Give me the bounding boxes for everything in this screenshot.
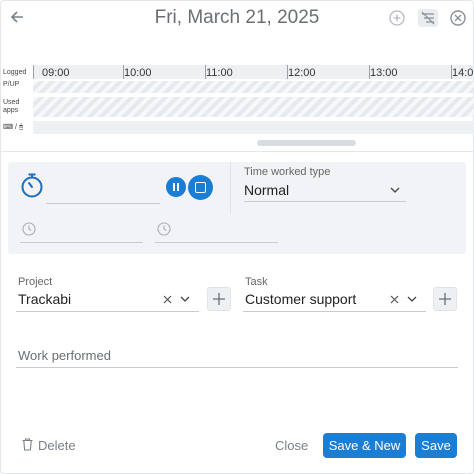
hour-label: 13:00 (370, 67, 398, 79)
used-apps-label-line1: Used (3, 99, 20, 106)
timeline-scrollbar[interactable] (257, 140, 356, 146)
pause-button[interactable] (166, 177, 186, 197)
timer-duration-input[interactable] (46, 176, 160, 204)
project-label: Project (18, 276, 53, 288)
task-select[interactable]: Customer support (243, 290, 426, 312)
devices-track (33, 121, 474, 134)
task-value: Customer support (245, 291, 357, 307)
logged-label: Logged (3, 69, 27, 76)
delete-label: Delete (38, 438, 76, 453)
trash-icon (22, 438, 33, 451)
end-time-input[interactable] (155, 221, 278, 243)
task-label: Task (245, 276, 268, 288)
clear-icon[interactable] (390, 295, 399, 304)
time-worked-type-label: Time worked type (244, 166, 331, 178)
project-select[interactable]: Trackabi (16, 290, 199, 312)
plus-icon (213, 293, 225, 305)
clock-icon (22, 222, 36, 236)
add-task-button[interactable] (433, 287, 457, 311)
activity-timeline[interactable]: Logged P/UP Used apps ⌨ / 🖱 09:00 10:00 … (0, 62, 474, 152)
close-button[interactable]: Close (275, 438, 308, 453)
hour-label: 09:00 (42, 67, 70, 79)
time-worked-type-select[interactable]: Normal (244, 182, 406, 202)
hour-label: 12:00 (288, 67, 316, 79)
plus-icon (439, 293, 451, 305)
add-project-button[interactable] (207, 287, 231, 311)
stop-icon (195, 182, 206, 193)
work-performed-placeholder: Work performed (18, 348, 111, 363)
chevron-down-icon (390, 187, 400, 193)
devices-label: ⌨ / 🖱 (3, 124, 24, 131)
hour-tick (33, 65, 34, 79)
hour-label: 11:00 (206, 67, 233, 79)
save-button[interactable]: Save (415, 433, 457, 458)
stopwatch-icon (21, 173, 43, 198)
list-view-button[interactable] (418, 9, 438, 27)
header: Fri, March 21, 2025 (0, 0, 474, 36)
list-icon (421, 11, 435, 25)
save-and-new-button[interactable]: Save & New (323, 433, 406, 458)
hour-label: 10:00 (124, 67, 152, 79)
time-worked-type-value: Normal (244, 182, 290, 198)
chevron-down-icon (180, 296, 190, 302)
pause-icon (177, 183, 179, 191)
used-apps-track (33, 97, 474, 117)
divider (0, 151, 474, 152)
start-time-input[interactable] (20, 221, 143, 243)
pup-track (33, 81, 474, 93)
panel-divider (230, 162, 231, 214)
used-apps-label-line2: apps (3, 107, 19, 114)
timer-panel: Time worked type Normal (8, 162, 466, 254)
work-performed-input[interactable]: Work performed (16, 348, 458, 368)
add-circle-icon[interactable] (388, 9, 406, 27)
hour-label: 14:0 (452, 67, 474, 79)
pause-icon (173, 183, 175, 191)
close-circle-icon[interactable] (449, 9, 467, 27)
timeline-hours: 09:00 10:00 11:00 12:00 13:00 14:0 (33, 65, 474, 79)
chevron-down-icon (407, 296, 417, 302)
project-value: Trackabi (18, 291, 72, 307)
pup-label: P/UP (3, 81, 20, 88)
clock-icon (157, 222, 171, 236)
clear-icon[interactable] (163, 295, 172, 304)
stop-button[interactable] (188, 175, 213, 200)
